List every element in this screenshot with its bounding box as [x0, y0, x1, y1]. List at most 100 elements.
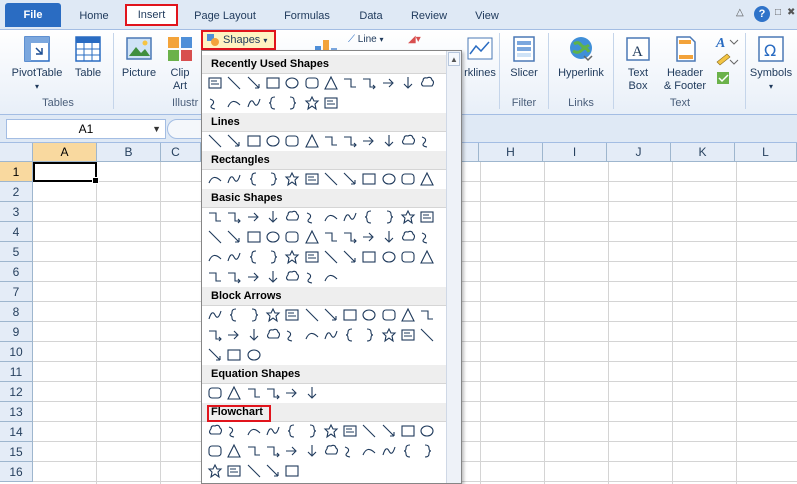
shape-option[interactable]: [304, 307, 320, 323]
scroll-up-icon[interactable]: ▲: [448, 52, 460, 66]
shape-option[interactable]: [361, 249, 377, 265]
shape-option[interactable]: [207, 385, 223, 401]
shape-option[interactable]: [207, 75, 223, 91]
tab-file[interactable]: File: [5, 3, 61, 27]
shape-option[interactable]: [246, 171, 262, 187]
shape-option[interactable]: [419, 423, 435, 439]
shape-option[interactable]: [226, 443, 242, 459]
shape-option[interactable]: [323, 229, 339, 245]
shape-option[interactable]: [400, 443, 416, 459]
shape-option[interactable]: [361, 133, 377, 149]
shape-option[interactable]: [246, 385, 262, 401]
shape-option[interactable]: [361, 229, 377, 245]
shape-option[interactable]: [419, 75, 435, 91]
shape-option[interactable]: [207, 423, 223, 439]
shape-option[interactable]: [304, 385, 320, 401]
shape-option[interactable]: [284, 385, 300, 401]
row-header-14[interactable]: 14: [0, 422, 33, 442]
shape-option[interactable]: [419, 307, 435, 323]
shape-option[interactable]: [419, 443, 435, 459]
column-header-j[interactable]: J: [607, 143, 671, 162]
shape-option[interactable]: [381, 443, 397, 459]
shape-option[interactable]: [400, 171, 416, 187]
row-header-9[interactable]: 9: [0, 322, 33, 342]
shape-option[interactable]: [246, 463, 262, 479]
shape-option[interactable]: [361, 75, 377, 91]
shape-option[interactable]: [304, 95, 320, 111]
shape-option[interactable]: [304, 443, 320, 459]
shape-option[interactable]: [304, 249, 320, 265]
shape-option[interactable]: [226, 463, 242, 479]
shapes-button[interactable]: Shapes ▾: [201, 30, 276, 50]
gallery-scrollbar[interactable]: ▲: [446, 51, 461, 483]
shape-option[interactable]: [226, 385, 242, 401]
tab-formulas[interactable]: Formulas: [275, 6, 339, 26]
shape-option[interactable]: [207, 463, 223, 479]
shape-option[interactable]: [304, 171, 320, 187]
column-header-b[interactable]: B: [97, 143, 161, 162]
shape-option[interactable]: [265, 327, 281, 343]
shape-option[interactable]: [361, 443, 377, 459]
shape-option[interactable]: [419, 249, 435, 265]
shape-option[interactable]: [342, 75, 358, 91]
shape-option[interactable]: [342, 327, 358, 343]
shape-option[interactable]: [284, 269, 300, 285]
shape-option[interactable]: [304, 327, 320, 343]
shape-option[interactable]: [246, 269, 262, 285]
tab-data[interactable]: Data: [350, 6, 392, 26]
shape-option[interactable]: [400, 133, 416, 149]
shape-option[interactable]: [342, 229, 358, 245]
shape-option[interactable]: [400, 307, 416, 323]
shape-option[interactable]: [381, 307, 397, 323]
row-header-4[interactable]: 4: [0, 222, 33, 242]
minimize-ribbon-icon[interactable]: △: [736, 7, 744, 18]
shape-option[interactable]: [226, 307, 242, 323]
shape-option[interactable]: [419, 171, 435, 187]
shape-option[interactable]: [284, 209, 300, 225]
shape-option[interactable]: [246, 229, 262, 245]
shape-option[interactable]: [361, 327, 377, 343]
row-header-10[interactable]: 10: [0, 342, 33, 362]
formula-bar-controls[interactable]: [167, 119, 203, 139]
shape-option[interactable]: [323, 307, 339, 323]
shape-option[interactable]: [361, 307, 377, 323]
shape-option[interactable]: [284, 75, 300, 91]
shape-option[interactable]: [226, 171, 242, 187]
shape-option[interactable]: [419, 327, 435, 343]
shape-option[interactable]: [381, 209, 397, 225]
shape-option[interactable]: [246, 307, 262, 323]
shape-option[interactable]: [342, 443, 358, 459]
shape-option[interactable]: [226, 133, 242, 149]
shape-option[interactable]: [207, 269, 223, 285]
tab-home[interactable]: Home: [70, 6, 118, 26]
shape-option[interactable]: [381, 423, 397, 439]
column-header-a[interactable]: A: [33, 143, 97, 162]
column-header-c[interactable]: C: [161, 143, 201, 162]
header-footer-button[interactable]: Header & Footer: [660, 34, 710, 93]
table-button[interactable]: Table: [70, 34, 106, 80]
shape-option[interactable]: [265, 307, 281, 323]
shape-option[interactable]: [284, 95, 300, 111]
tab-insert[interactable]: Insert: [125, 4, 178, 26]
shape-option[interactable]: [265, 423, 281, 439]
shape-option[interactable]: [265, 229, 281, 245]
shape-option[interactable]: [265, 269, 281, 285]
shape-option[interactable]: [381, 75, 397, 91]
shape-option[interactable]: [400, 249, 416, 265]
shape-option[interactable]: [226, 229, 242, 245]
shape-option[interactable]: [323, 209, 339, 225]
shape-option[interactable]: [323, 443, 339, 459]
shape-option[interactable]: [246, 443, 262, 459]
shape-option[interactable]: [226, 75, 242, 91]
tab-view[interactable]: View: [465, 6, 509, 26]
shape-option[interactable]: [226, 95, 242, 111]
text-box-button[interactable]: A Text Box: [618, 34, 658, 93]
row-header-5[interactable]: 5: [0, 242, 33, 262]
row-header-15[interactable]: 15: [0, 442, 33, 462]
shape-option[interactable]: [323, 95, 339, 111]
shape-option[interactable]: [419, 133, 435, 149]
column-header-i[interactable]: I: [543, 143, 607, 162]
shape-option[interactable]: [265, 133, 281, 149]
row-header-6[interactable]: 6: [0, 262, 33, 282]
clip-art-button[interactable]: Clip Art: [164, 34, 196, 93]
